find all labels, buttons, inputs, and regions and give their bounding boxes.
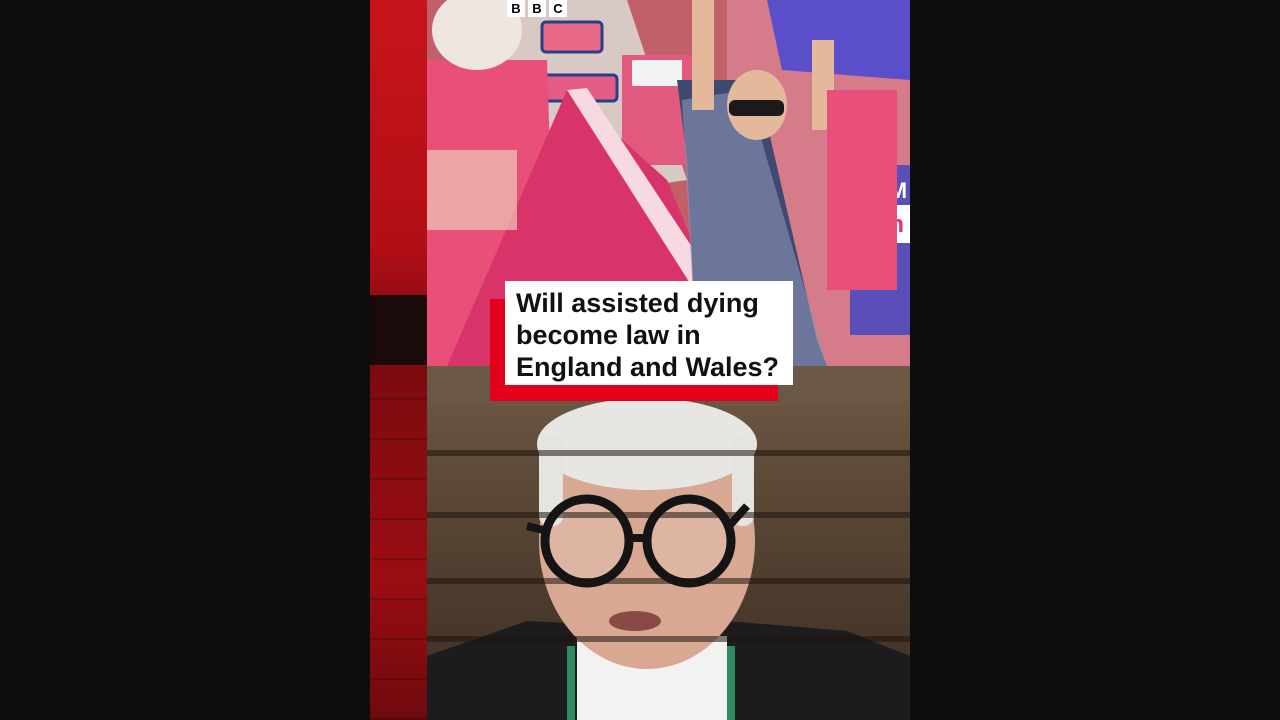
- headline-line-3: England and Wales?: [516, 352, 780, 382]
- speaker-photo: [427, 366, 910, 720]
- headline-line-2: become law in: [516, 320, 701, 350]
- speaker-illustration: [427, 366, 910, 720]
- bbc-logo-letter: B: [507, 0, 525, 17]
- bbc-logo-letter: B: [528, 0, 546, 17]
- caption-box: Will assisted dying become law in Englan…: [505, 281, 793, 385]
- video-frame[interactable]: Sim CAM B B C: [370, 0, 910, 720]
- bbc-logo-letter: C: [549, 0, 567, 17]
- bbc-logo: B B C: [507, 0, 567, 17]
- headline-line-1: Will assisted dying: [516, 288, 759, 318]
- red-side-strip: [370, 0, 427, 720]
